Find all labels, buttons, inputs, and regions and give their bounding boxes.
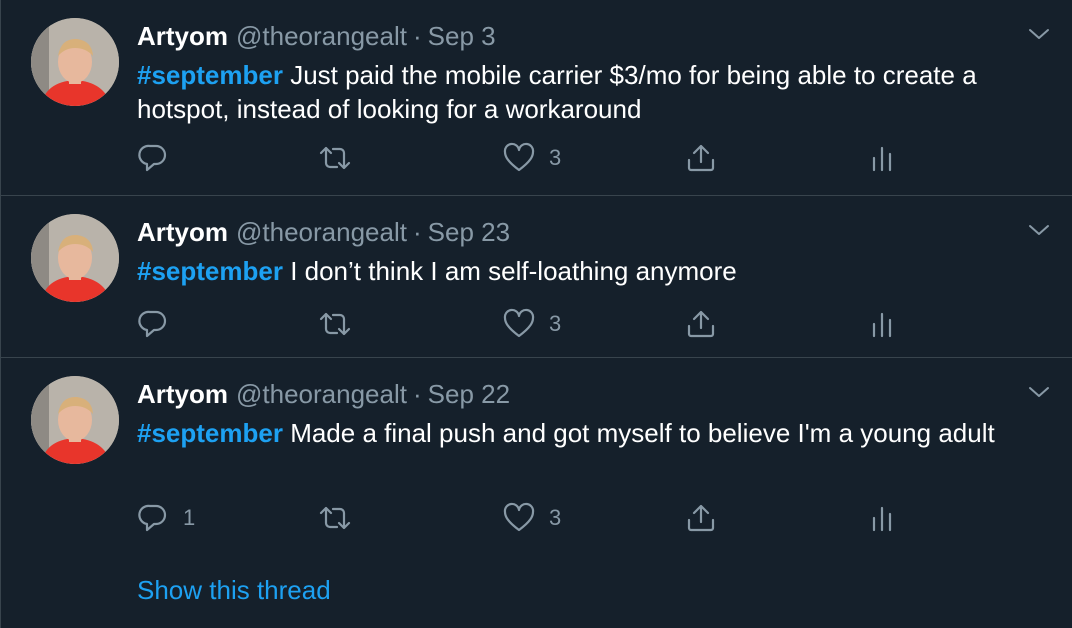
tweet-text: #september I don’t think I am self-loath… [137,254,1047,288]
retweet-icon [319,312,351,336]
share-icon [687,504,715,532]
author-name[interactable]: Artyom [137,217,228,247]
like-icon [503,308,535,338]
tweet[interactable]: Artyom @theorangealt · Sep 3 #september Jus… [1,0,1072,196]
reply-button[interactable] [137,306,183,342]
retweet-button[interactable] [317,140,353,176]
show-thread-link[interactable]: Show this thread [137,574,331,606]
share-icon [687,310,715,338]
reply-count: 1 [183,505,196,530]
chevron-down-icon[interactable] [1027,380,1051,404]
separator: · [412,379,422,409]
analytics-button[interactable] [869,306,895,342]
chevron-down-icon[interactable] [1027,218,1051,242]
analytics-button[interactable] [869,500,895,536]
like-count: 3 [549,311,562,336]
like-button[interactable]: 3 [503,500,561,536]
analytics-icon [872,506,892,532]
chevron-down-icon[interactable] [1027,22,1051,46]
hashtag-link[interactable]: #september [137,418,283,448]
tweet-actions: 3 [137,306,917,342]
tweet-text: #september Made a final push and got mys… [137,416,1047,450]
tweet-date[interactable]: Sep 3 [428,21,496,51]
like-count: 3 [549,505,562,530]
share-icon [687,144,715,172]
separator: · [412,217,422,247]
like-button[interactable]: 3 [503,306,561,342]
tweet-header: Artyom @theorangealt · Sep 3 [137,20,496,52]
analytics-icon [872,312,892,338]
author-handle[interactable]: @theorangealt [236,21,407,51]
like-button[interactable]: 3 [503,140,561,176]
separator: · [412,21,422,51]
retweet-icon [319,146,351,170]
tweet-actions: 1 3 [137,500,917,536]
tweet-body: Made a final push and got myself to beli… [282,418,995,448]
avatar[interactable] [31,214,119,302]
retweet-button[interactable] [317,500,353,536]
author-name[interactable]: Artyom [137,21,228,51]
author-handle[interactable]: @theorangealt [236,217,407,247]
author-handle[interactable]: @theorangealt [236,379,407,409]
tweet[interactable]: Artyom @theorangealt · Sep 22 #september Ma… [1,358,1072,628]
retweet-button[interactable] [317,306,353,342]
hashtag-link[interactable]: #september [137,256,283,286]
retweet-icon [319,506,351,530]
reply-icon [138,504,167,532]
like-icon [503,142,535,172]
hashtag-link[interactable]: #september [137,60,283,90]
avatar[interactable] [31,18,119,106]
tweet-actions: 3 [137,140,917,176]
author-name[interactable]: Artyom [137,379,228,409]
timeline: Artyom @theorangealt · Sep 3 #september Jus… [0,0,1072,628]
tweet-header: Artyom @theorangealt · Sep 22 [137,378,510,410]
share-button[interactable] [685,306,717,342]
reply-button[interactable]: 1 [137,500,195,536]
like-icon [503,502,535,532]
tweet[interactable]: Artyom @theorangealt · Sep 23 #september I … [1,196,1072,358]
tweet-text: #september Just paid the mobile carrier … [137,58,1047,126]
share-button[interactable] [685,500,717,536]
reply-button[interactable] [137,140,183,176]
avatar[interactable] [31,376,119,464]
tweet-date[interactable]: Sep 23 [428,217,510,247]
analytics-icon [872,146,892,172]
tweet-date[interactable]: Sep 22 [428,379,510,409]
analytics-button[interactable] [869,140,895,176]
like-count: 3 [549,145,562,170]
share-button[interactable] [685,140,717,176]
tweet-body: I don’t think I am self-loathing anymore [282,256,737,286]
reply-icon [138,144,167,172]
tweet-header: Artyom @theorangealt · Sep 23 [137,216,510,248]
reply-icon [138,310,167,338]
